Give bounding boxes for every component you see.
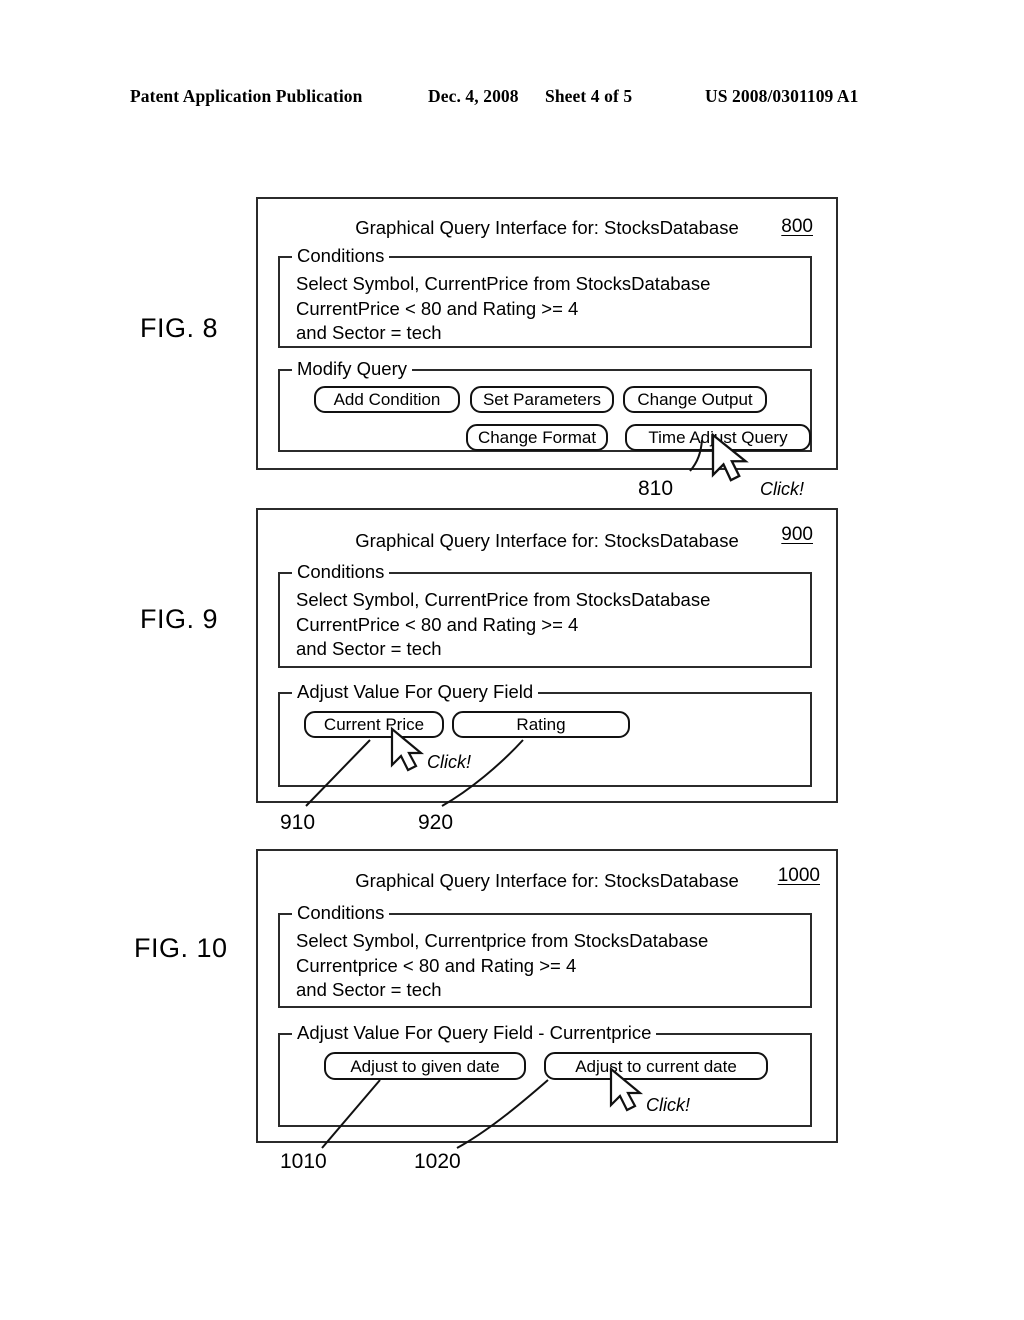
callout-ref-1010: 1010: [280, 1150, 327, 1173]
adjust-to-given-date-button[interactable]: Adjust to given date: [324, 1052, 526, 1080]
figure-9-conditions-group: Conditions Select Symbol, CurrentPrice f…: [278, 562, 812, 668]
conditions-legend: Conditions: [292, 246, 390, 266]
adjust-value-legend: Adjust Value For Query Field: [292, 682, 539, 702]
figure-10-conditions-text: Select Symbol, Currentprice from StocksD…: [296, 929, 708, 1003]
publication-date: Dec. 4, 2008: [428, 86, 519, 106]
figure-label-9: FIG. 9: [140, 604, 219, 634]
condition-line: Select Symbol, Currentprice from StocksD…: [296, 930, 709, 951]
condition-line: and Sector = tech: [296, 979, 442, 1000]
figure-10-window: Graphical Query Interface for: StocksDat…: [256, 849, 838, 1143]
click-label-810: Click!: [760, 479, 804, 499]
publication-label: Patent Application Publication: [130, 86, 363, 106]
condition-line: Select Symbol, CurrentPrice from StocksD…: [296, 273, 711, 294]
figure-8-conditions-group: Conditions Select Symbol, CurrentPrice f…: [278, 246, 812, 348]
current-price-button[interactable]: Current Price: [304, 711, 444, 738]
adjust-value-field-legend: Adjust Value For Query Field - Currentpr…: [292, 1023, 657, 1043]
figure-label-10: FIG. 10: [134, 933, 228, 963]
click-label-1020: Click!: [646, 1095, 690, 1115]
rating-button[interactable]: Rating: [452, 711, 630, 738]
condition-line: CurrentPrice < 80 and Rating >= 4: [296, 613, 579, 635]
figure-10-window-title: Graphical Query Interface for: StocksDat…: [355, 870, 739, 891]
change-output-button[interactable]: Change Output: [623, 386, 767, 413]
conditions-legend: Conditions: [292, 562, 390, 582]
change-format-button[interactable]: Change Format: [466, 424, 608, 451]
adjust-to-current-date-button[interactable]: Adjust to current date: [544, 1052, 768, 1080]
callout-ref-810: 810: [638, 477, 674, 500]
figure-8-reference-number: 800: [781, 216, 813, 237]
conditions-legend: Conditions: [292, 903, 390, 923]
figure-9-window: Graphical Query Interface for: StocksDat…: [256, 508, 838, 803]
figure-8-window: Graphical Query Interface for: StocksDat…: [256, 197, 838, 470]
figure-10-conditions-group: Conditions Select Symbol, Currentprice f…: [278, 903, 812, 1008]
figure-8-modify-query-group: Modify Query Add Condition Set Parameter…: [278, 359, 812, 452]
figure-8-window-title: Graphical Query Interface for: StocksDat…: [355, 217, 739, 238]
condition-line: Currentprice < 80 and Rating >= 4: [296, 954, 577, 976]
figure-9-conditions-text: Select Symbol, CurrentPrice from StocksD…: [296, 588, 710, 662]
click-label-910: Click!: [427, 752, 471, 772]
figure-label-8: FIG. 8: [140, 313, 219, 343]
figure-9-reference-number: 900: [781, 524, 813, 545]
figure-10-reference-number: 1000: [777, 865, 820, 886]
condition-line: and Sector = tech: [296, 322, 442, 343]
add-condition-button[interactable]: Add Condition: [314, 386, 460, 413]
condition-line: and Sector = tech: [296, 638, 442, 659]
time-adjust-query-button[interactable]: Time Adjust Query: [625, 424, 811, 451]
figure-8-conditions-text: Select Symbol, CurrentPrice from StocksD…: [296, 272, 710, 346]
sheet-number: Sheet 4 of 5: [545, 86, 633, 106]
callout-ref-910: 910: [280, 811, 316, 834]
publication-header: Patent Application Publication Dec. 4, 2…: [130, 86, 900, 112]
condition-line: Select Symbol, CurrentPrice from StocksD…: [296, 589, 711, 610]
modify-query-legend: Modify Query: [292, 359, 413, 379]
set-parameters-button[interactable]: Set Parameters: [470, 386, 614, 413]
callout-ref-920: 920: [418, 811, 454, 834]
figure-9-window-title: Graphical Query Interface for: StocksDat…: [355, 530, 739, 551]
callout-ref-1020: 1020: [414, 1150, 461, 1173]
figure-9-adjust-value-group: Adjust Value For Query Field Current Pri…: [278, 682, 812, 787]
condition-line: CurrentPrice < 80 and Rating >= 4: [296, 297, 579, 319]
patent-number: US 2008/0301109 A1: [705, 86, 859, 106]
figure-10-adjust-value-group: Adjust Value For Query Field - Currentpr…: [278, 1023, 812, 1127]
